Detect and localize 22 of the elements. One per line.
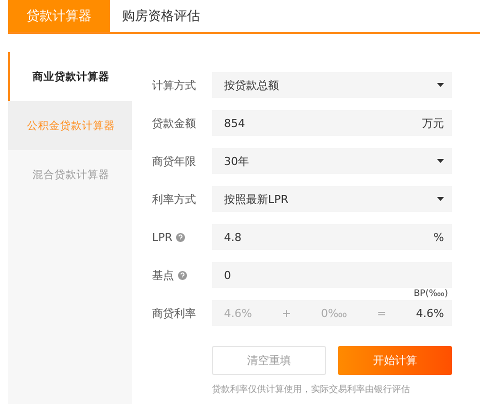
field-label: LPR: [152, 230, 172, 244]
input-field[interactable]: 4.8 %: [212, 224, 452, 250]
select-field[interactable]: 按贷款总额: [212, 72, 452, 98]
input-field[interactable]: 854 万元: [212, 110, 452, 136]
help-icon[interactable]: [178, 270, 187, 280]
field-label: 利率方式: [152, 192, 196, 206]
select-field[interactable]: 30年: [212, 148, 452, 174]
disclaimer-note: 贷款利率仅供计算使用，实际交易利率由银行评估: [212, 384, 411, 396]
sidebar-item[interactable]: 商业贷款计算器: [8, 52, 132, 101]
field-label: 基点: [152, 268, 174, 282]
field-label: 商贷利率: [152, 306, 196, 320]
field-label: 计算方式: [152, 78, 196, 92]
caret-icon: [437, 197, 444, 201]
caret-icon: [437, 83, 444, 87]
input-field[interactable]: 0: [212, 262, 452, 288]
field-label: 贷款金额: [152, 116, 196, 130]
field-label: 商贷年限: [152, 154, 196, 168]
caret-icon: [437, 159, 444, 163]
unit-caption: BP(‱): [414, 288, 448, 300]
rate-field: 4.6% + 0‱ = 4.6%: [212, 300, 452, 326]
help-icon[interactable]: [176, 232, 186, 242]
select-field[interactable]: 按照最新LPR: [212, 186, 452, 212]
